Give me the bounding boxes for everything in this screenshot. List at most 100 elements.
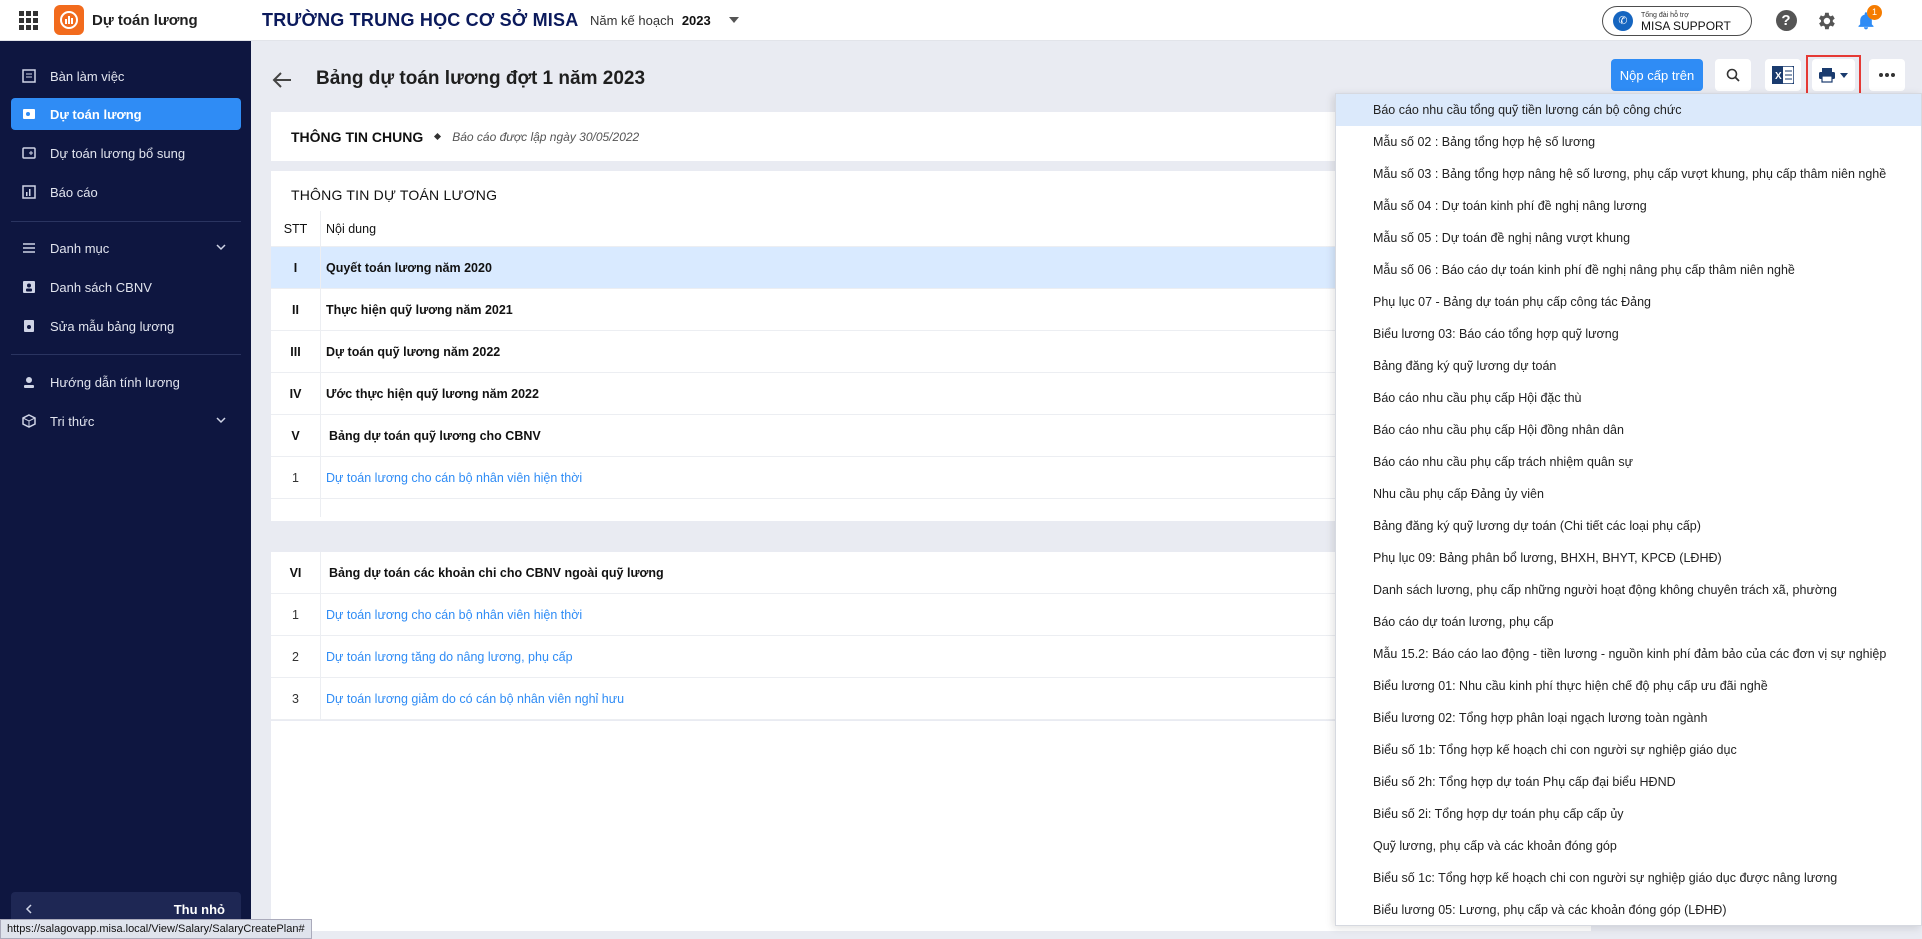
chevron-down-icon	[216, 417, 226, 424]
sidebar-divider	[11, 354, 241, 355]
row-link[interactable]: Dự toán lương cho cán bộ nhân viên hiện …	[321, 471, 582, 485]
print-menu-item[interactable]: Biểu lương 05: Lương, phụ cấp và các kho…	[1336, 894, 1921, 926]
search-icon	[1726, 68, 1740, 82]
row-content: Bảng dự toán quỹ lương cho CBNV	[329, 428, 541, 443]
print-menu-item[interactable]: Biểu số 1c: Tổng hợp kế hoạch chi con ng…	[1336, 862, 1921, 894]
print-menu-item[interactable]: Mẫu số 05 : Dự toán đề nghị nâng vượt kh…	[1336, 222, 1921, 254]
settings-button[interactable]	[1814, 9, 1838, 33]
sidebar-item-edit-template[interactable]: Sửa mẫu bảng lương	[11, 310, 241, 342]
print-menu-item[interactable]: Mẫu số 02 : Bảng tổng hợp hệ số lương	[1336, 126, 1921, 158]
support-button[interactable]: ✆ Tổng đài hỗ trợ MISA SUPPORT	[1602, 5, 1752, 36]
sidebar-item-salary-supplement[interactable]: Dự toán lương bổ sung	[11, 137, 241, 169]
print-menu-item[interactable]: Biểu lương 02: Tổng hợp phân loại ngạch …	[1336, 702, 1921, 734]
print-menu-item[interactable]: Quỹ lương, phụ cấp và các khoản đóng góp	[1336, 830, 1921, 862]
row-content: Quyết toán lương năm 2020	[326, 260, 492, 275]
header-content: Nội dung	[326, 221, 377, 236]
status-bar-url: https://salagovapp.misa.local/View/Salar…	[0, 919, 312, 939]
print-menu-item[interactable]: Phụ lục 09: Bảng phân bổ lương, BHXH, BH…	[1336, 542, 1921, 574]
notification-badge: 1	[1867, 4, 1882, 20]
sidebar-item-label: Báo cáo	[50, 184, 98, 200]
sidebar-item-report[interactable]: Báo cáo	[11, 176, 241, 208]
app-launcher-button[interactable]	[8, 0, 48, 41]
sidebar-item-employee-list[interactable]: Danh sách CBNV	[11, 271, 241, 303]
report-icon	[21, 184, 37, 200]
top-header: Dự toán lương TRƯỜNG TRUNG HỌC CƠ SỞ MIS…	[0, 0, 1922, 41]
sidebar-divider	[11, 221, 241, 222]
print-menu-item[interactable]: Biểu lương 03: Báo cáo tổng hợp quỹ lươn…	[1336, 318, 1921, 350]
employee-list-icon	[21, 279, 37, 295]
general-info-title: THÔNG TIN CHUNG	[291, 128, 424, 145]
print-menu-item[interactable]: Danh sách lương, phụ cấp những người hoạ…	[1336, 574, 1921, 606]
app-logo	[54, 5, 84, 35]
more-options-button[interactable]	[1869, 59, 1905, 91]
print-menu-item[interactable]: Báo cáo nhu cầu phụ cấp trách nhiệm quân…	[1336, 446, 1921, 478]
salary-estimate-icon	[21, 106, 37, 122]
help-button[interactable]: ?	[1774, 9, 1798, 33]
print-menu-item[interactable]: Biểu số 2h: Tổng hợp dự toán Phụ cấp đại…	[1336, 766, 1921, 798]
print-menu-item[interactable]: Biểu lương 01: Nhu cầu kinh phí thực hiệ…	[1336, 670, 1921, 702]
print-menu-item[interactable]: Nhu cầu phụ cấp Đảng ủy viên	[1336, 478, 1921, 510]
back-arrow-icon[interactable]	[271, 69, 293, 91]
phone-icon: ✆	[1613, 10, 1633, 31]
diamond-separator	[434, 132, 442, 141]
report-date: Báo cáo được lập ngày 30/05/2022	[452, 129, 640, 144]
sidebar-item-guide[interactable]: Hướng dẫn tính lương	[11, 366, 241, 398]
app-name: Dự toán lương	[92, 11, 198, 29]
print-menu-item[interactable]: Mẫu số 06 : Báo cáo dự toán kinh phí đề …	[1336, 254, 1921, 286]
row-content: Dự toán quỹ lương năm 2022	[326, 344, 501, 359]
school-name: TRƯỜNG TRUNG HỌC CƠ SỞ MISA	[262, 9, 579, 30]
more-horizontal-icon	[1879, 73, 1895, 77]
row-link[interactable]: Dự toán lương giảm do có cán bộ nhân viê…	[321, 692, 624, 706]
row-stt: 1	[271, 457, 321, 498]
row-link[interactable]: Dự toán lương cho cán bộ nhân viên hiện …	[321, 608, 582, 622]
sidebar: Bàn làm việc Dự toán lương Dự toán lương…	[0, 41, 251, 939]
row-stt: IV	[271, 373, 321, 414]
sidebar-item-label: Bàn làm việc	[50, 68, 125, 84]
sidebar-item-label: Danh sách CBNV	[50, 279, 152, 295]
row-content: Ước thực hiện quỹ lương năm 2022	[326, 386, 539, 401]
print-menu-item[interactable]: Phụ lục 07 - Bảng dự toán phụ cấp công t…	[1336, 286, 1921, 318]
row-stt: III	[271, 331, 321, 372]
sidebar-item-label: Hướng dẫn tính lương	[50, 374, 180, 390]
row-stt: II	[271, 289, 321, 330]
notifications-button[interactable]: 1	[1854, 4, 1882, 33]
print-menu-item[interactable]: Báo cáo nhu cầu tổng quỹ tiền lương cán …	[1336, 94, 1921, 126]
header-stt: STT	[271, 211, 321, 246]
chevron-left-icon	[25, 904, 32, 914]
support-big-text: MISA SUPPORT	[1641, 18, 1731, 33]
print-menu-item[interactable]: Báo cáo nhu cầu phụ cấp Hội đồng nhân dâ…	[1336, 414, 1921, 446]
sidebar-item-knowledge[interactable]: Tri thức	[11, 405, 241, 437]
print-menu-item[interactable]: Báo cáo dự toán lương, phụ cấp	[1336, 606, 1921, 638]
print-menu-item[interactable]: Biểu số 1b: Tổng hợp kế hoạch chi con ng…	[1336, 734, 1921, 766]
print-menu-item[interactable]: Mẫu số 04 : Dự toán kinh phí đề nghị nân…	[1336, 190, 1921, 222]
collapse-label: Thu nhỏ	[173, 901, 225, 917]
print-menu-item[interactable]: Bảng đăng ký quỹ lương dự toán (Chi tiết…	[1336, 510, 1921, 542]
submit-to-superior-button[interactable]: Nộp cấp trên	[1611, 59, 1703, 91]
svg-text:X: X	[1775, 71, 1782, 82]
print-menu-item[interactable]: Mẫu số 03 : Bảng tổng hợp nâng hệ số lươ…	[1336, 158, 1921, 190]
sidebar-item-label: Tri thức	[50, 413, 95, 429]
export-excel-button[interactable]: X	[1765, 59, 1801, 91]
salary-supplement-icon	[21, 145, 37, 161]
print-menu-item[interactable]: Biểu số 2i: Tổng hợp dự toán phụ cấp cấp…	[1336, 798, 1921, 830]
sidebar-item-catalog[interactable]: Danh mục	[11, 232, 241, 264]
chevron-down-icon	[216, 244, 226, 251]
knowledge-icon	[21, 413, 37, 429]
sidebar-item-label: Danh mục	[50, 240, 110, 256]
row-link[interactable]: Dự toán lương tăng do nâng lương, phụ cấ…	[321, 650, 573, 664]
search-button[interactable]	[1715, 59, 1751, 91]
plan-year-selector[interactable]: Năm kế hoạch 2023	[590, 13, 739, 28]
estimate-info-title: THÔNG TIN DỰ TOÁN LƯƠNG	[291, 187, 498, 203]
row-stt: 3	[271, 678, 321, 719]
print-menu-item[interactable]: Mẫu 15.2: Báo cáo lao động - tiền lương …	[1336, 638, 1921, 670]
guide-icon	[21, 374, 37, 390]
chevron-down-icon	[728, 17, 739, 23]
row-stt: 1	[271, 594, 321, 635]
sidebar-item-dashboard[interactable]: Bàn làm việc	[11, 60, 241, 92]
plan-year-label: Năm kế hoạch	[590, 12, 674, 28]
sidebar-item-salary-estimate[interactable]: Dự toán lương	[11, 98, 241, 130]
help-icon: ?	[1775, 10, 1797, 31]
sidebar-item-label: Dự toán lương	[50, 106, 142, 122]
print-menu-item[interactable]: Bảng đăng ký quỹ lương dự toán	[1336, 350, 1921, 382]
print-menu-item[interactable]: Báo cáo nhu cầu phụ cấp Hội đặc thù	[1336, 382, 1921, 414]
